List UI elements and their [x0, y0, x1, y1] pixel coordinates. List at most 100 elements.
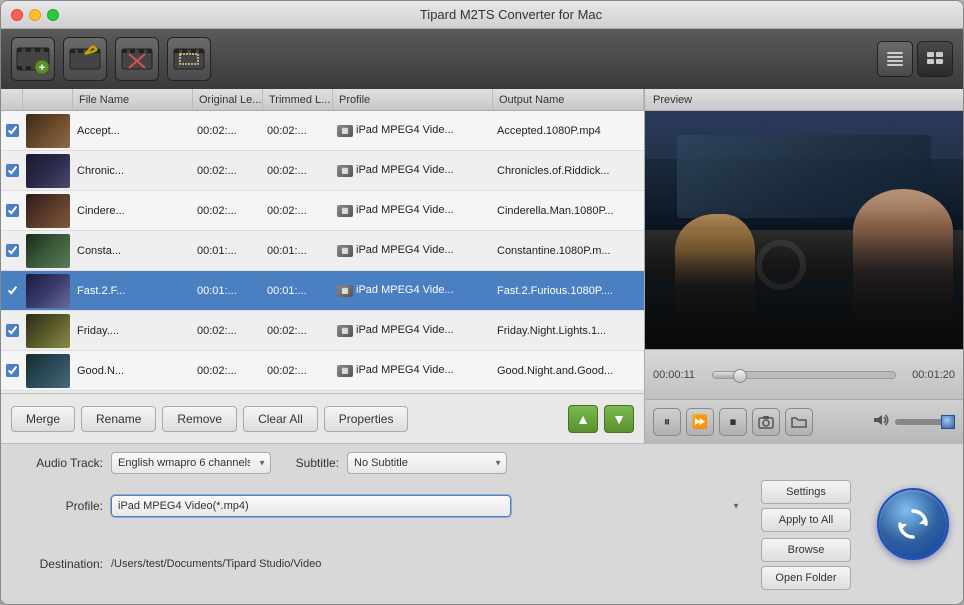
- thumbnail: [26, 354, 70, 388]
- profile-select-wrap: iPad MPEG4 Video(*.mp4): [111, 495, 745, 517]
- th-filename: File Name: [73, 89, 193, 110]
- traffic-lights: [11, 9, 59, 21]
- profile-label: Profile:: [13, 499, 103, 513]
- apply-to-all-button[interactable]: Apply to All: [761, 508, 851, 532]
- volume-slider[interactable]: [895, 419, 955, 425]
- row-checkbox-cell[interactable]: [1, 324, 23, 337]
- scene-overlay: [645, 206, 963, 349]
- detail-view-button[interactable]: [917, 41, 953, 77]
- convert-button[interactable]: [877, 488, 949, 560]
- stop-button[interactable]: ⏹: [719, 408, 747, 436]
- destination-row: Destination: /Users/test/Documents/Tipar…: [13, 538, 851, 590]
- row-checkbox[interactable]: [6, 324, 19, 337]
- table-row[interactable]: Good.N... 00:02:... 00:02:... ▦iPad MPEG…: [1, 351, 644, 391]
- profile-icon: ▦: [337, 205, 353, 217]
- edit-button[interactable]: [63, 37, 107, 81]
- properties-button[interactable]: Properties: [324, 406, 409, 432]
- destination-action-buttons: Browse Open Folder: [761, 538, 851, 590]
- toolbar: +: [1, 29, 963, 89]
- move-down-button[interactable]: ▼: [604, 405, 634, 433]
- row-checkbox-cell[interactable]: [1, 164, 23, 177]
- crop-button[interactable]: [167, 37, 211, 81]
- progress-thumb[interactable]: [733, 369, 747, 383]
- profile-select[interactable]: iPad MPEG4 Video(*.mp4): [111, 495, 511, 517]
- merge-button[interactable]: Merge: [11, 406, 75, 432]
- row-checkbox-cell[interactable]: [1, 124, 23, 137]
- open-folder-preview-button[interactable]: [785, 408, 813, 436]
- browse-button[interactable]: Browse: [761, 538, 851, 562]
- table-row[interactable]: Chronic... 00:02:... 00:02:... ▦iPad MPE…: [1, 151, 644, 191]
- row-trimmed: 00:01:...: [263, 245, 333, 257]
- row-checkbox-cell[interactable]: [1, 364, 23, 377]
- row-profile: ▦iPad MPEG4 Vide...: [333, 324, 493, 336]
- profile-icon: ▦: [337, 165, 353, 177]
- row-checkbox-cell[interactable]: [1, 244, 23, 257]
- table-header: File Name Original Le... Trimmed L... Pr…: [1, 89, 644, 111]
- th-trimmed: Trimmed L...: [263, 89, 333, 110]
- screenshot-button[interactable]: [752, 408, 780, 436]
- clear-all-button[interactable]: Clear All: [243, 406, 318, 432]
- row-profile: ▦iPad MPEG4 Vide...: [333, 164, 493, 176]
- trim-button[interactable]: [115, 37, 159, 81]
- row-thumb: [23, 114, 73, 148]
- list-view-button[interactable]: [877, 41, 913, 77]
- row-checkbox[interactable]: [6, 244, 19, 257]
- th-profile: Profile: [333, 89, 493, 110]
- row-checkbox-cell[interactable]: [1, 204, 23, 217]
- row-original: 00:01:...: [193, 285, 263, 297]
- remove-button[interactable]: Remove: [162, 406, 237, 432]
- maximize-button[interactable]: [47, 9, 59, 21]
- table-row[interactable]: Consta... 00:01:... 00:01:... ▦iPad MPEG…: [1, 231, 644, 271]
- row-checkbox-cell[interactable]: [1, 284, 23, 297]
- row-thumb: [23, 274, 73, 308]
- row-original: 00:02:...: [193, 205, 263, 217]
- audio-track-select[interactable]: English wmapro 6 channels: [111, 452, 271, 474]
- move-up-button[interactable]: ▲: [568, 405, 598, 433]
- row-filename: Fast.2.F...: [73, 285, 193, 297]
- close-button[interactable]: [11, 9, 23, 21]
- table-row[interactable]: Accept... 00:02:... 00:02:... ▦iPad MPEG…: [1, 111, 644, 151]
- settings-button[interactable]: Settings: [761, 480, 851, 504]
- table-row[interactable]: Fast.2.F... 00:01:... 00:01:... ▦iPad MP…: [1, 271, 644, 311]
- row-filename: Accept...: [73, 125, 193, 137]
- row-checkbox[interactable]: [6, 364, 19, 377]
- row-checkbox[interactable]: [6, 204, 19, 217]
- profile-icon: ▦: [337, 245, 353, 257]
- fast-forward-button[interactable]: ⏩: [686, 408, 714, 436]
- subtitle-select[interactable]: No Subtitle: [347, 452, 507, 474]
- preview-label: Preview: [653, 94, 692, 106]
- thumbnail: [26, 154, 70, 188]
- row-output: Chronicles.of.Riddick...: [493, 165, 644, 177]
- convert-button-area: [863, 444, 963, 604]
- profile-icon: ▦: [337, 365, 353, 377]
- volume-thumb[interactable]: [941, 415, 955, 429]
- main-window: Tipard M2TS Converter for Mac +: [0, 0, 964, 605]
- profile-icon: ▦: [337, 325, 353, 337]
- rename-button[interactable]: Rename: [81, 406, 156, 432]
- table-row[interactable]: Friday.... 00:02:... 00:02:... ▦iPad MPE…: [1, 311, 644, 351]
- profile-action-buttons: Settings Apply to All: [761, 480, 851, 532]
- thumbnail: [26, 114, 70, 148]
- row-output: Accepted.1080P.mp4: [493, 125, 644, 137]
- pause-button[interactable]: ⏸: [653, 408, 681, 436]
- thumbnail: [26, 194, 70, 228]
- profile-icon: ▦: [337, 285, 353, 297]
- row-thumb: [23, 314, 73, 348]
- row-profile: ▦iPad MPEG4 Vide...: [333, 364, 493, 376]
- row-checkbox[interactable]: [6, 124, 19, 137]
- row-profile: ▦iPad MPEG4 Vide...: [333, 244, 493, 256]
- audio-subtitle-row: Audio Track: English wmapro 6 channels S…: [13, 452, 851, 474]
- row-checkbox[interactable]: [6, 164, 19, 177]
- row-filename: Consta...: [73, 245, 193, 257]
- row-original: 00:02:...: [193, 365, 263, 377]
- preview-area: Preview: [645, 89, 963, 443]
- row-original: 00:01:...: [193, 245, 263, 257]
- row-trimmed: 00:02:...: [263, 205, 333, 217]
- table-row[interactable]: Cindere... 00:02:... 00:02:... ▦iPad MPE…: [1, 191, 644, 231]
- th-thumb: [23, 89, 73, 110]
- add-video-button[interactable]: +: [11, 37, 55, 81]
- minimize-button[interactable]: [29, 9, 41, 21]
- progress-bar[interactable]: [712, 371, 896, 379]
- row-checkbox[interactable]: [6, 284, 19, 297]
- open-folder-button[interactable]: Open Folder: [761, 566, 851, 590]
